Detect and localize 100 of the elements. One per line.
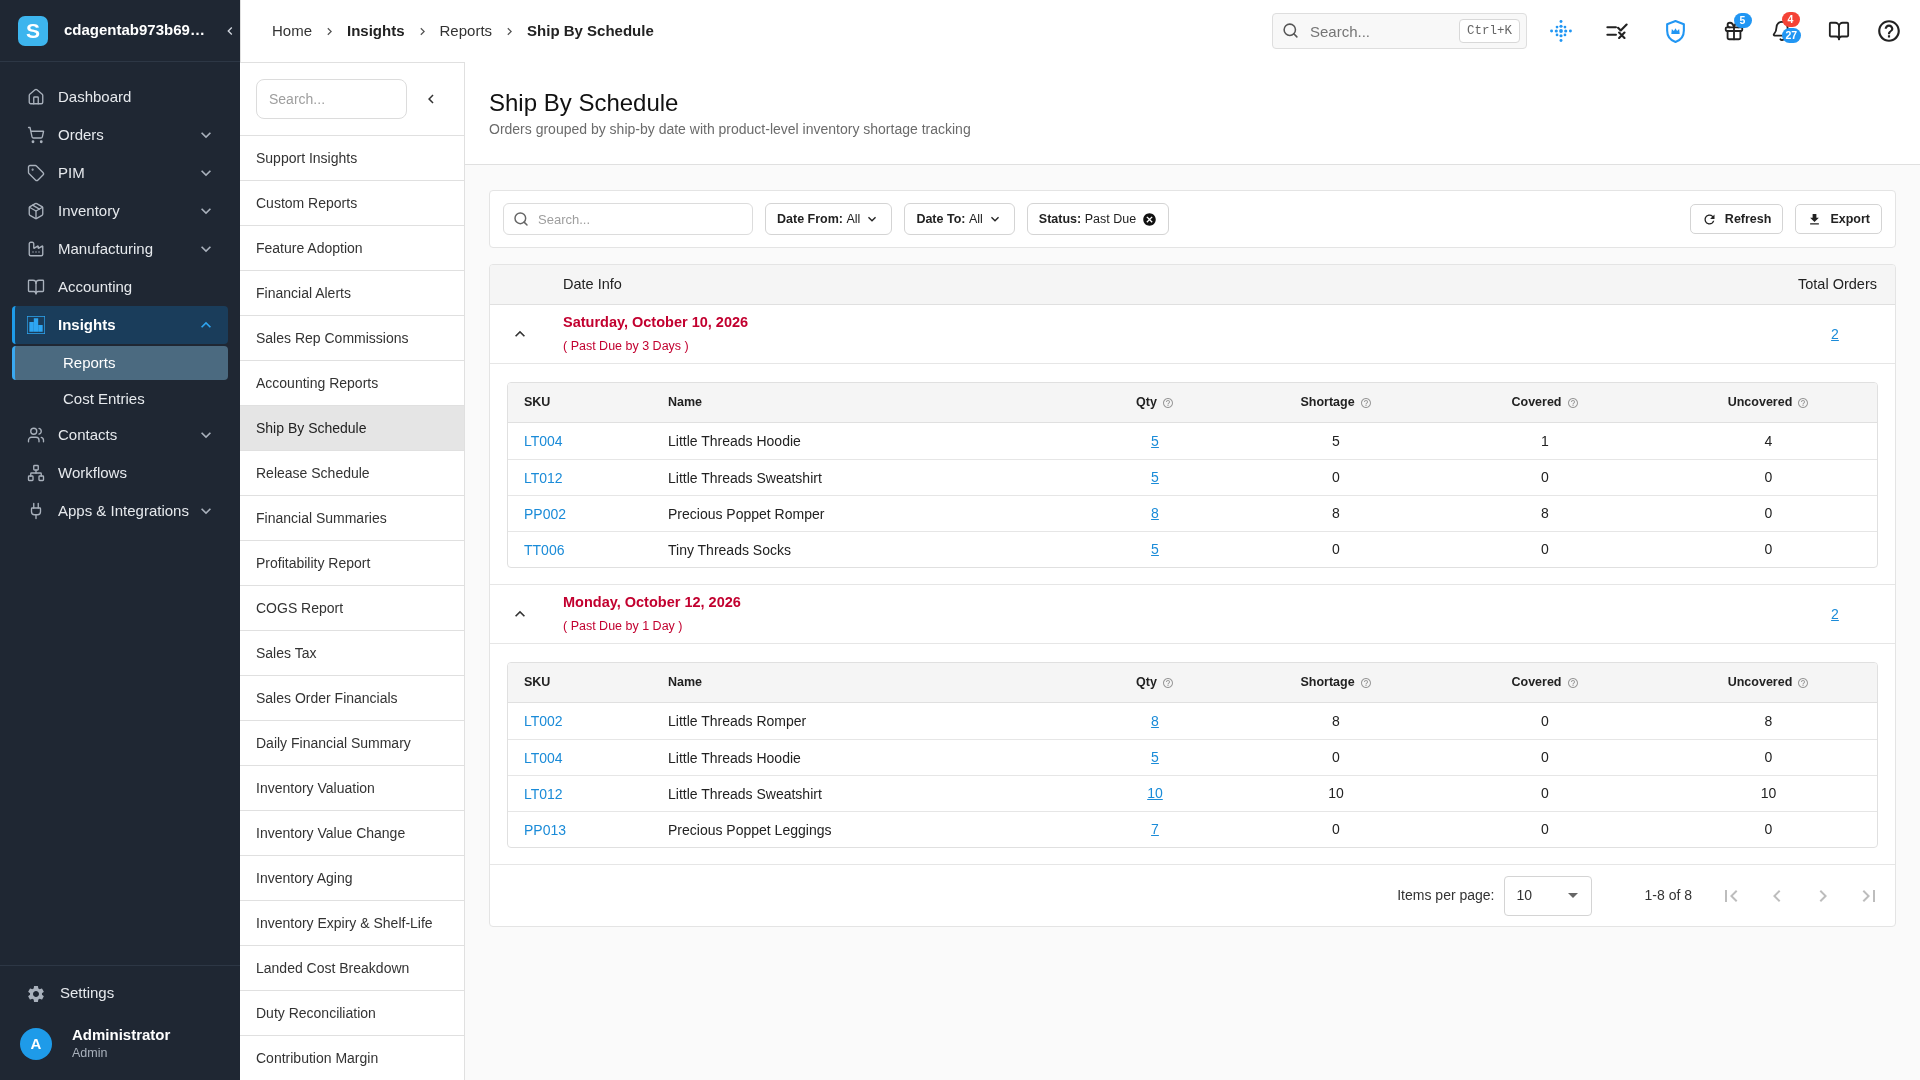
info-icon[interactable] xyxy=(1566,676,1579,689)
info-icon[interactable] xyxy=(1161,676,1174,689)
toolbar-button[interactable]: Export xyxy=(1795,204,1882,234)
user-name: Administrator xyxy=(72,1025,171,1045)
checklist-icon[interactable] xyxy=(1605,23,1628,39)
sku-link[interactable]: TT006 xyxy=(524,541,565,558)
caret-icon xyxy=(1567,893,1578,898)
table-cell-text: 0 xyxy=(1541,784,1549,803)
column-header: Date Info xyxy=(563,274,622,294)
table-cell-text: 0 xyxy=(1541,468,1549,487)
table-cell-text: 4 xyxy=(1764,431,1773,451)
count-badge: 4 xyxy=(1781,12,1800,27)
table-cell: Little Threads Hoodie xyxy=(668,433,801,449)
sparkle-icon[interactable] xyxy=(1550,20,1572,42)
nav-item[interactable]: Workflows xyxy=(12,454,228,492)
page-title: Ship By Schedule xyxy=(489,88,680,118)
table-cell-text: 0 xyxy=(1541,748,1549,767)
order-count-link[interactable]: 2 xyxy=(1831,603,1839,625)
table-cell-text: 8 xyxy=(1332,711,1340,731)
info-icon[interactable] xyxy=(1161,396,1174,409)
filter-chip[interactable]: Date To: All xyxy=(904,203,1015,235)
sku-link[interactable]: PP013 xyxy=(524,821,567,838)
table-cell: Precious Poppet Romper xyxy=(668,505,825,522)
hierarchy-icon xyxy=(27,464,45,482)
report-menu-item[interactable]: Ship By Schedule xyxy=(240,406,464,451)
nav-subitem[interactable]: Reports xyxy=(12,346,228,380)
column-header: Covered xyxy=(1511,394,1562,412)
order-count-link[interactable]: 2 xyxy=(1831,323,1839,345)
logo: S xyxy=(18,15,48,46)
column-header: Qty xyxy=(1136,674,1157,692)
shield-icon[interactable] xyxy=(1665,19,1685,43)
nav-item[interactable]: Inventory xyxy=(12,192,228,230)
search-field[interactable]: Search... xyxy=(503,203,753,235)
user-role: Admin xyxy=(72,1046,109,1062)
info-icon[interactable] xyxy=(1359,676,1372,689)
info-icon[interactable] xyxy=(1359,396,1372,409)
sku-link[interactable]: LT012 xyxy=(524,785,563,802)
nav-item[interactable]: Dashboard xyxy=(12,78,228,116)
table-cell-text: 0 xyxy=(1332,748,1340,767)
bar-chart-icon xyxy=(27,316,45,334)
ship-date: Monday, October 12, 2026 xyxy=(563,593,741,613)
column-header: Qty xyxy=(1136,394,1157,412)
quantity-link[interactable]: 5 xyxy=(1151,747,1159,768)
table-cell: Little Threads Sweatshirt xyxy=(668,469,822,486)
sku-link[interactable]: PP002 xyxy=(524,505,567,522)
sku-link[interactable]: LT004 xyxy=(524,749,563,766)
nav-subitem[interactable]: Cost Entries xyxy=(12,382,228,416)
sku-link[interactable]: LT012 xyxy=(524,469,563,486)
breadcrumb-link[interactable]: Reports xyxy=(439,19,493,43)
info-icon[interactable] xyxy=(1797,396,1810,409)
info-icon[interactable] xyxy=(1566,396,1579,409)
nav-item[interactable]: Apps & Integrations xyxy=(12,492,228,530)
page-range: 1-8 of 8 xyxy=(1644,886,1692,905)
column-header: Name xyxy=(668,674,703,692)
quantity-link[interactable]: 7 xyxy=(1151,819,1159,840)
table-cell-text: 0 xyxy=(1541,711,1549,731)
nav-item[interactable]: PIM xyxy=(12,154,228,192)
column-header: Uncovered xyxy=(1727,674,1793,692)
home-icon xyxy=(27,88,45,106)
table-cell-text: 0 xyxy=(1541,820,1549,839)
table-cell-text: 0 xyxy=(1332,540,1340,559)
column-header: Shortage xyxy=(1300,394,1355,412)
nav-item[interactable]: Accounting xyxy=(12,268,228,306)
nav-item[interactable]: Insights xyxy=(12,306,228,344)
book-icon xyxy=(27,278,45,296)
breadcrumb-link[interactable]: Home xyxy=(272,19,312,43)
quantity-link[interactable]: 8 xyxy=(1151,710,1159,732)
sku-link[interactable]: LT002 xyxy=(524,713,563,729)
quantity-link[interactable]: 5 xyxy=(1151,467,1159,488)
table-cell: Little Threads Hoodie xyxy=(668,749,801,766)
nav-item[interactable]: Manufacturing xyxy=(12,230,228,268)
table-cell: Little Threads Romper xyxy=(668,713,807,729)
breadcrumb-current: Ship By Schedule xyxy=(527,20,654,41)
count-badge: 27 xyxy=(1781,28,1802,43)
settings-link[interactable]: Settings xyxy=(12,974,228,1013)
toolbar-button[interactable]: Refresh xyxy=(1689,204,1784,234)
table-cell-text: 8 xyxy=(1764,711,1773,731)
page-size-select[interactable]: 10 xyxy=(1503,875,1592,916)
sku-link[interactable]: LT004 xyxy=(524,433,563,449)
quantity-link[interactable]: 8 xyxy=(1151,503,1159,524)
quantity-link[interactable]: 10 xyxy=(1147,783,1163,804)
table-cell-text: 0 xyxy=(1764,540,1773,559)
table-cell-text: 0 xyxy=(1332,820,1340,839)
page-subtitle: Orders grouped by ship-by date with product-level inventory shortage tracking xyxy=(489,120,972,139)
quantity-link[interactable]: 5 xyxy=(1151,430,1159,452)
nav-item[interactable]: Orders xyxy=(12,116,228,154)
nav-item[interactable]: Contacts xyxy=(12,416,228,454)
book-icon[interactable] xyxy=(1827,20,1850,42)
help-icon[interactable] xyxy=(1876,18,1902,44)
breadcrumb-link[interactable]: Insights xyxy=(347,19,405,43)
filter-chip[interactable]: Date From: All xyxy=(765,203,893,235)
close-icon[interactable] xyxy=(1142,211,1158,227)
table-cell-text: 1 xyxy=(1541,431,1549,451)
table-cell-text: 5 xyxy=(1332,431,1340,451)
filter-chip[interactable]: Status: Past Due xyxy=(1026,203,1170,235)
info-icon[interactable] xyxy=(1797,676,1810,689)
quantity-link[interactable]: 5 xyxy=(1151,539,1159,560)
search-field[interactable]: Search... xyxy=(256,79,407,119)
table-cell-text: 0 xyxy=(1541,540,1549,559)
shortcut-key: Ctrl+K xyxy=(1459,19,1520,43)
